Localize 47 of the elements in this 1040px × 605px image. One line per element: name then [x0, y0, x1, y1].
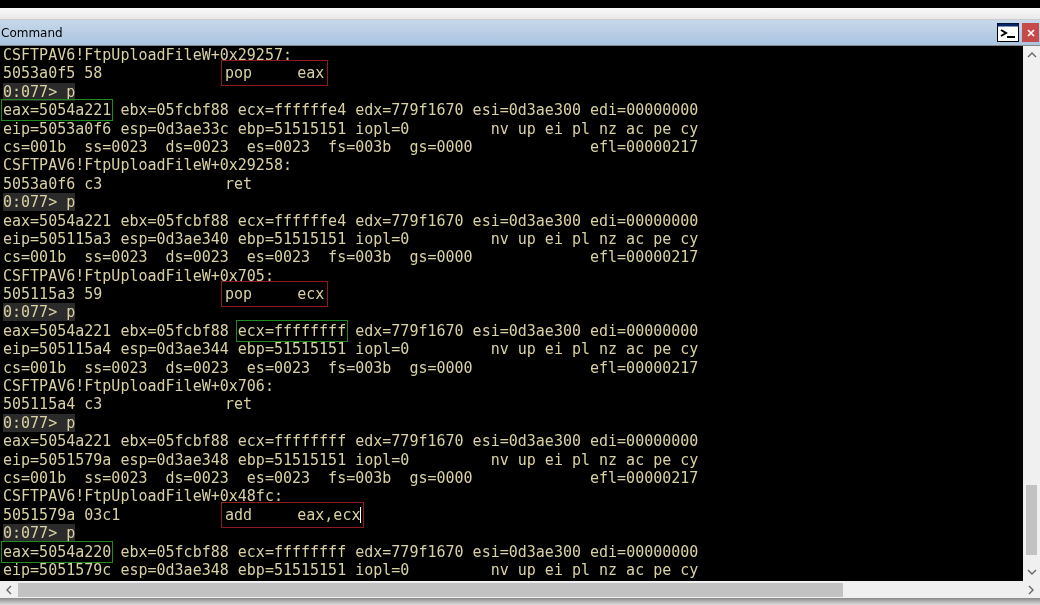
- scroll-right-icon[interactable]: [1028, 584, 1034, 595]
- address-text: 5051579a 03c1: [3, 505, 122, 525]
- output-text: eax=5054a221 ebx=05fcbf88 ecx=ffffffff edx=779f1670 esi=0d3ae300 edi=00000000: [3, 432, 699, 451]
- output-text: ebx=05fcbf88 ecx=ffffffff edx=779f1670 esi=0d3ae300 edi=00000000: [120, 542, 699, 561]
- highlighted-text: ecx=ffffffff: [237, 321, 347, 340]
- address-text: 505115a3 59: [3, 285, 104, 304]
- output-text: cs=001b ss=0023 ds=0023 es=0023 fs=003b gs=0000 efl=00000217: [3, 137, 699, 156]
- output-text: eip=5051579a esp=0d3ae348 ebp=51515151 iopl=0 nv up ei pl nz ac pe cy: [3, 450, 699, 469]
- vertical-scrollbar[interactable]: [1023, 46, 1040, 581]
- scrollbar-thumb[interactable]: [1026, 485, 1037, 555]
- highlighted-text: eax=5054a220: [3, 542, 112, 561]
- output-text: ebx=05fcbf88 ecx=ffffffe4 edx=779f1670 esi=0d3ae300 edi=00000000: [120, 101, 699, 120]
- close-button[interactable]: [1022, 23, 1039, 42]
- window-title: Command: [0, 25, 63, 40]
- output-text: eip=505115a4 esp=0d3ae344 ebp=51515151 iopl=0 nv up ei pl nz ac pe cy: [3, 340, 699, 359]
- output-text: cs=001b ss=0023 ds=0023 es=0023 fs=003b gs=0000 efl=00000217: [3, 248, 699, 267]
- command-prompt: 0:077> p: [3, 82, 76, 101]
- horizontal-scrollbar[interactable]: [0, 581, 1040, 598]
- output-text: cs=001b ss=0023 ds=0023 es=0023 fs=003b gs=0000 efl=00000217: [3, 469, 699, 487]
- scroll-up-icon[interactable]: [1026, 52, 1037, 58]
- output-text: CSFTPAV6!FtpUploadFileW+0x706:: [3, 377, 274, 396]
- output-text: eax=5054a221 ebx=05fcbf88 ecx=ffffffe4 edx=779f1670 esi=0d3ae300 edi=00000000: [3, 211, 699, 230]
- output-text: eip=5051579c esp=0d3ae348 ebp=51515151 iopl=0 nv up ei pl nz ac pe cy: [3, 560, 699, 579]
- output-text: eip=505115a3 esp=0d3ae340 ebp=51515151 iopl=0 nv up ei pl nz ac pe cy: [3, 229, 699, 248]
- command-prompt: 0:077> p: [3, 524, 76, 543]
- scroll-down-icon[interactable]: [1026, 569, 1037, 575]
- close-icon: [1026, 28, 1035, 37]
- output-text: CSFTPAV6!FtpUploadFileW+0x48fc:: [3, 487, 283, 506]
- output-text: eax=5054a221 ebx=05fcbf88: [3, 321, 229, 340]
- output-text: CSFTPAV6!FtpUploadFileW+0x29257:: [3, 46, 292, 64]
- output-text: cs=001b ss=0023 ds=0023 es=0023 fs=003b gs=0000 efl=00000217: [3, 358, 699, 377]
- command-prompt: 0:077> p: [3, 413, 76, 432]
- address-text: 5053a0f6 c3: [3, 174, 104, 194]
- scroll-left-icon[interactable]: [6, 584, 12, 595]
- output-text: edx=779f1670 esi=0d3ae300 edi=00000000: [355, 321, 699, 340]
- address-text: 5053a0f5 58: [3, 64, 104, 83]
- output-text: eip=5053a0f6 esp=0d3ae33c ebp=51515151 iopl=0 nv up ei pl nz ac pe cy: [3, 119, 699, 138]
- instruction-text: ret: [225, 174, 253, 193]
- command-prompt: 0:077> p: [3, 303, 76, 322]
- command-prompt: 0:077> p: [3, 193, 76, 212]
- instruction-text: ret: [225, 395, 253, 414]
- output-text: CSFTPAV6!FtpUploadFileW+0x705:: [3, 266, 274, 285]
- address-text: 505115a4 c3: [3, 395, 104, 414]
- scrollbar-thumb[interactable]: [18, 582, 843, 597]
- console-icon[interactable]: [997, 23, 1019, 42]
- output-text: CSFTPAV6!FtpUploadFileW+0x29258:: [3, 156, 292, 175]
- highlighted-text: eax=5054a221: [3, 101, 112, 120]
